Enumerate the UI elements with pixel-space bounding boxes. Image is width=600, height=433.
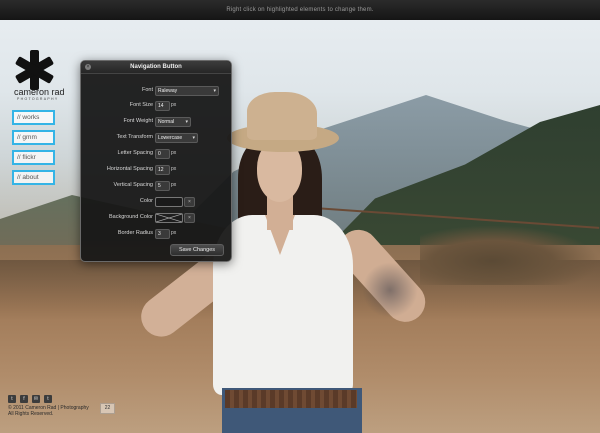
clear-background-icon[interactable]: × bbox=[184, 213, 195, 223]
letter-spacing-unit: px bbox=[171, 150, 177, 156]
nav-item-works[interactable]: // works bbox=[12, 110, 55, 125]
color-swatch[interactable] bbox=[155, 197, 183, 207]
nav-item-about[interactable]: // about bbox=[12, 170, 55, 185]
save-changes-button[interactable]: Save Changes bbox=[170, 244, 224, 256]
horizontal-spacing-input[interactable]: 12 bbox=[155, 165, 170, 175]
top-instruction-bar: Right click on highlighted elements to c… bbox=[0, 0, 600, 20]
navigation-button-dialog: Navigation Button × Font Raleway ▾ Font … bbox=[80, 60, 232, 262]
chevron-down-icon: ▾ bbox=[213, 88, 216, 94]
logo-title: cameron rad bbox=[14, 87, 65, 97]
scrub-brush bbox=[420, 225, 600, 285]
tumblr-icon[interactable]: t bbox=[44, 395, 52, 403]
horizontal-spacing-label: Horizontal Spacing bbox=[106, 166, 153, 172]
text-transform-value: Lowercase bbox=[158, 135, 183, 141]
font-size-label: Font Size bbox=[129, 102, 153, 108]
arm-tattoo bbox=[360, 255, 420, 325]
font-row: Font Raleway ▾ bbox=[81, 86, 231, 96]
letter-spacing-input[interactable]: 0 bbox=[155, 149, 170, 159]
vertical-spacing-row: Vertical Spacing 5 px bbox=[81, 181, 231, 191]
font-label: Font bbox=[141, 87, 153, 93]
woman-belt bbox=[225, 390, 357, 408]
background-color-swatch[interactable] bbox=[155, 213, 183, 223]
font-weight-row: Font Weight Normal ▾ bbox=[81, 117, 231, 127]
border-radius-unit: px bbox=[171, 230, 177, 236]
vertical-spacing-unit: px bbox=[171, 182, 177, 188]
chevron-down-icon: ▾ bbox=[185, 119, 188, 125]
letter-spacing-row: Letter Spacing 0 px bbox=[81, 149, 231, 159]
cowboy-hat-crown bbox=[247, 92, 317, 140]
close-icon[interactable]: × bbox=[85, 64, 91, 70]
horizontal-spacing-unit: px bbox=[171, 166, 177, 172]
background-color-row: Background Color × bbox=[81, 213, 231, 223]
font-value: Raleway bbox=[158, 88, 178, 94]
facebook-icon[interactable]: f bbox=[20, 395, 28, 403]
color-row: Color × bbox=[81, 197, 231, 207]
dialog-title: Navigation Button bbox=[81, 61, 231, 74]
rights-text: All Rights Reserved. bbox=[8, 411, 54, 417]
background-color-label: Background Color bbox=[108, 214, 153, 220]
text-transform-select[interactable]: Lowercase ▾ bbox=[155, 133, 198, 143]
vertical-spacing-input[interactable]: 5 bbox=[155, 181, 170, 191]
chevron-down-icon: ▾ bbox=[192, 135, 195, 141]
text-transform-row: Text Transform Lowercase ▾ bbox=[81, 133, 231, 143]
vertical-spacing-label: Vertical Spacing bbox=[113, 182, 153, 188]
email-icon[interactable]: ✉ bbox=[32, 395, 40, 403]
font-weight-value: Normal bbox=[158, 119, 175, 125]
social-icons: t f ✉ t bbox=[8, 395, 52, 403]
font-select[interactable]: Raleway ▾ bbox=[155, 86, 219, 96]
site-navigation: // works // gmm // flickr // about bbox=[12, 110, 55, 190]
horizontal-spacing-row: Horizontal Spacing 12 px bbox=[81, 165, 231, 175]
font-size-row: Font Size 14 px bbox=[81, 101, 231, 111]
logo-subtitle: PHOTOGRAPHY bbox=[17, 97, 59, 101]
color-label: Color bbox=[139, 198, 153, 204]
font-size-unit: px bbox=[171, 102, 177, 108]
twitter-icon[interactable]: t bbox=[8, 395, 16, 403]
count-badge[interactable]: 22 bbox=[100, 403, 115, 414]
font-weight-select[interactable]: Normal ▾ bbox=[155, 117, 191, 127]
border-radius-label: Border Radius bbox=[117, 230, 153, 236]
border-radius-input[interactable]: 3 bbox=[155, 229, 170, 239]
nav-item-gmm[interactable]: // gmm bbox=[12, 130, 55, 145]
font-size-input[interactable]: 14 bbox=[155, 101, 170, 111]
letter-spacing-label: Letter Spacing bbox=[117, 150, 153, 156]
clear-color-icon[interactable]: × bbox=[184, 197, 195, 207]
topbar-message: Right click on highlighted elements to c… bbox=[226, 7, 374, 13]
font-weight-label: Font Weight bbox=[123, 118, 153, 124]
border-radius-row: Border Radius 3 px bbox=[81, 229, 231, 239]
nav-item-flickr[interactable]: // flickr bbox=[12, 150, 55, 165]
text-transform-label: Text Transform bbox=[116, 134, 153, 140]
